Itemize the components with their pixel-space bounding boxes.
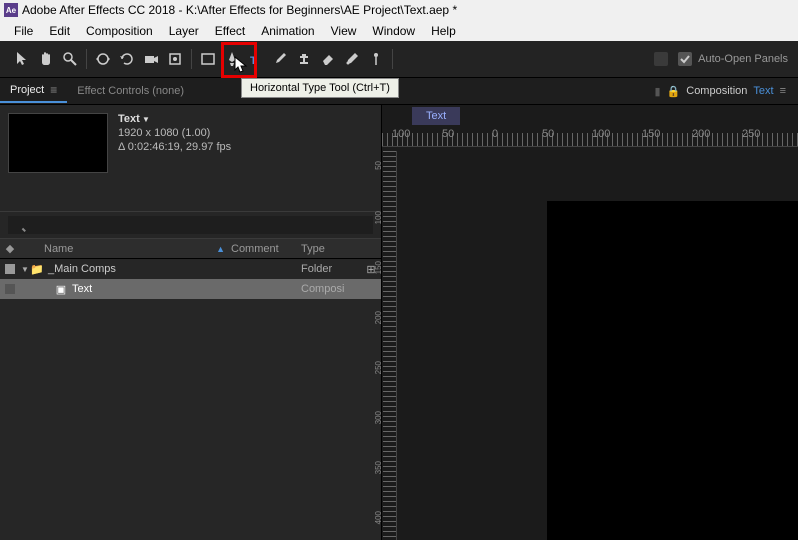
app-icon: Ae <box>4 3 18 17</box>
camera-tool[interactable] <box>140 48 162 70</box>
composition-viewer: Text 100 50 0 50 100 150 200 250 50100150200250… <box>382 105 798 540</box>
project-item-comp[interactable]: ▣ Text Composi <box>0 279 381 299</box>
menu-edit[interactable]: Edit <box>41 24 78 38</box>
label-swatch[interactable] <box>5 264 15 274</box>
item-name: _Main Comps <box>48 263 231 275</box>
eraser-tool[interactable] <box>317 48 339 70</box>
panel-options-icon[interactable] <box>654 52 668 66</box>
effect-controls-tab[interactable]: Effect Controls (none) <box>67 81 194 101</box>
comp-duration: Δ 0:02:46:19, 29.97 fps <box>118 141 231 153</box>
comp-thumbnail[interactable] <box>8 113 108 173</box>
ruler-tick: 150 <box>642 128 660 140</box>
puppet-pin-tool[interactable] <box>365 48 387 70</box>
ruler-tick: 250 <box>742 128 760 140</box>
ruler-tick: 100 <box>374 211 383 224</box>
zoom-tool[interactable] <box>59 48 81 70</box>
item-type: Folder <box>301 263 361 275</box>
menu-animation[interactable]: Animation <box>253 24 322 38</box>
clone-stamp-tool[interactable] <box>293 48 315 70</box>
panel-tabs-row: Project ≡ Effect Controls (none) ▮ 🔒 Com… <box>0 78 798 105</box>
name-column-header[interactable]: Name ▲ <box>40 243 231 255</box>
menu-effect[interactable]: Effect <box>207 24 253 38</box>
ruler-tick: 250 <box>374 361 383 374</box>
search-row <box>0 211 381 239</box>
project-item-folder[interactable]: ▼ 📁 _Main Comps Folder ⊞ <box>0 259 381 279</box>
menu-help[interactable]: Help <box>423 24 464 38</box>
canvas-area[interactable] <box>397 151 798 540</box>
roto-brush-tool[interactable] <box>341 48 363 70</box>
ruler-tick: 50 <box>374 161 383 170</box>
titlebar: Ae Adobe After Effects CC 2018 - K:\Afte… <box>0 0 798 20</box>
ruler-tick: 100 <box>392 128 410 140</box>
item-type: Composi <box>301 283 361 295</box>
auto-open-checkbox[interactable] <box>678 52 692 66</box>
menu-file[interactable]: File <box>6 24 41 38</box>
composition-label: Composition <box>686 85 747 97</box>
project-panel-tab[interactable]: Project ≡ <box>0 79 67 103</box>
sort-arrow-icon: ▲ <box>216 244 225 254</box>
titlebar-text: Adobe After Effects CC 2018 - K:\After E… <box>22 3 457 17</box>
item-name: Text <box>72 283 231 295</box>
main-area: Text 1920 x 1080 (1.00) Δ 0:02:46:19, 29… <box>0 105 798 540</box>
folder-icon: 📁 <box>30 263 44 276</box>
toolbar: T Auto-Open Panels <box>0 41 798 78</box>
lock-icon[interactable]: 🔒 <box>667 85 681 98</box>
name-column-label: Name <box>44 243 73 255</box>
ruler-tick: 350 <box>374 461 383 474</box>
project-panel: Text 1920 x 1080 (1.00) Δ 0:02:46:19, 29… <box>0 105 382 540</box>
menu-window[interactable]: Window <box>364 24 423 38</box>
comp-icon: ▣ <box>54 283 68 296</box>
pan-behind-tool[interactable] <box>164 48 186 70</box>
cursor-icon <box>234 56 248 77</box>
menubar: File Edit Composition Layer Effect Anima… <box>0 20 798 41</box>
auto-open-label: Auto-Open Panels <box>698 53 788 65</box>
rotation-tool[interactable] <box>116 48 138 70</box>
comment-column-header[interactable]: Comment <box>231 243 301 255</box>
label-swatch[interactable] <box>5 284 15 294</box>
ruler-tick: 50 <box>442 128 454 140</box>
ruler-tick: 400 <box>374 511 383 524</box>
ruler-tick: 150 <box>374 261 383 274</box>
search-input[interactable] <box>8 216 373 234</box>
type-column-header[interactable]: Type <box>301 243 361 255</box>
comp-dimensions: 1920 x 1080 (1.00) <box>118 127 231 139</box>
menu-composition[interactable]: Composition <box>78 24 161 38</box>
ruler-tick: 200 <box>692 128 710 140</box>
ruler-tick: 100 <box>592 128 610 140</box>
comp-panel-menu-icon[interactable]: ≡ <box>780 85 786 97</box>
menu-view[interactable]: View <box>323 24 365 38</box>
ruler-tick: 300 <box>374 411 383 424</box>
ruler-tick: 200 <box>374 311 383 324</box>
twisty-icon[interactable]: ▼ <box>20 265 30 274</box>
viewer-tab[interactable]: Text <box>412 107 460 125</box>
divider-icon: ▮ <box>654 85 660 98</box>
menu-layer[interactable]: Layer <box>161 24 207 38</box>
tooltip: Horizontal Type Tool (Ctrl+T) <box>241 78 399 98</box>
horizontal-ruler: 100 50 0 50 100 150 200 250 <box>382 129 798 147</box>
rectangle-tool[interactable] <box>197 48 219 70</box>
hand-tool[interactable] <box>35 48 57 70</box>
label-column-icon[interactable]: ◆ <box>0 242 20 255</box>
comp-name[interactable]: Text <box>118 113 231 125</box>
panel-menu-icon[interactable]: ≡ <box>50 83 57 97</box>
search-icon <box>8 216 373 234</box>
selection-tool[interactable] <box>11 48 33 70</box>
composition-canvas[interactable] <box>547 201 798 540</box>
vertical-ruler: 50100150200250300350400 <box>382 151 397 540</box>
composition-link[interactable]: Text <box>753 85 773 97</box>
project-tab-label: Project <box>10 84 44 96</box>
ruler-tick: 50 <box>542 128 554 140</box>
brush-tool[interactable] <box>269 48 291 70</box>
orbit-tool[interactable] <box>92 48 114 70</box>
ruler-tick: 0 <box>492 128 498 140</box>
project-columns-header: ◆ Name ▲ Comment Type <box>0 239 381 259</box>
comp-info: Text 1920 x 1080 (1.00) Δ 0:02:46:19, 29… <box>0 105 381 181</box>
